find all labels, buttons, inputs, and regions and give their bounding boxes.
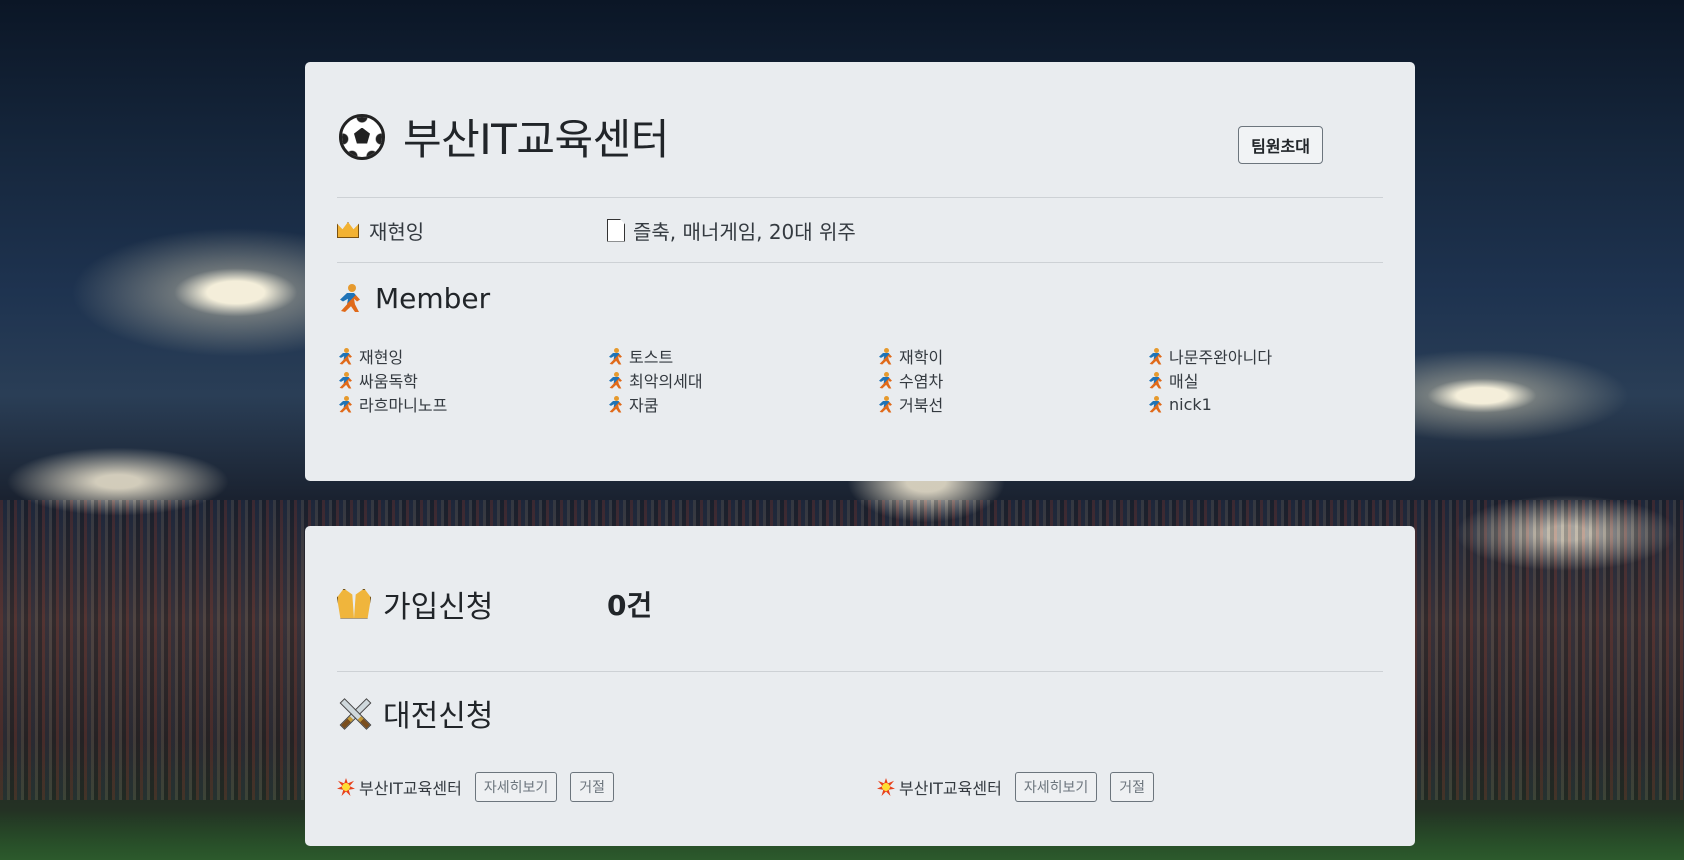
match-request-item: 부산IT교육센터 자세히보기 거절: [877, 772, 1417, 802]
member-item: 재현잉: [337, 346, 607, 367]
member-item: 라흐마니노프: [337, 394, 607, 415]
member-item: 수염차: [877, 370, 1147, 391]
view-details-button[interactable]: 자세히보기: [1014, 772, 1098, 802]
runner-icon: [877, 395, 893, 413]
praying-hands-icon: [337, 588, 371, 619]
member-name: 토스트: [629, 348, 674, 367]
member-name: 매실: [1169, 372, 1199, 391]
collision-icon: [337, 778, 355, 796]
team-name: 부산IT교육센터: [403, 115, 669, 164]
requests-panel: 가입신청 0건 대전신청 부산IT교육센터 자세히보기 거절 부산IT교육센터 …: [305, 526, 1415, 846]
join-request-count: 0건: [607, 588, 653, 622]
runner-icon: [337, 347, 353, 365]
member-name: 자쿰: [629, 396, 659, 415]
team-description: 즐축, 매너게임, 20대 위주: [607, 216, 856, 245]
reject-button[interactable]: 거절: [1110, 772, 1154, 802]
runner-icon: [607, 347, 623, 365]
runner-icon: [1147, 347, 1163, 365]
join-request-title: 가입신청: [383, 589, 494, 625]
join-request-label: 가입신청: [337, 582, 607, 626]
team-leader: 재현잉: [337, 216, 607, 245]
runner-icon: [607, 371, 623, 389]
soccer-ball-icon: [339, 113, 385, 160]
member-item: 토스트: [607, 346, 877, 367]
match-request-title-text: 대전신청: [383, 699, 494, 734]
join-request-row: 가입신청 0건: [337, 526, 1383, 672]
member-name: 수염차: [899, 372, 944, 391]
member-name: 재학이: [899, 348, 944, 367]
member-item: 매실: [1147, 370, 1417, 391]
member-section-title: Member: [337, 263, 1383, 333]
runner-icon: [337, 371, 353, 389]
member-item: 재학이: [877, 346, 1147, 367]
collision-icon: [877, 778, 895, 796]
member-list: 재현잉 토스트 재학이 나문주완아니다 싸움독학 최악의세대 수염차 매실 라흐…: [337, 346, 1383, 415]
member-item: 나문주완아니다: [1147, 346, 1417, 367]
match-request-list: 부산IT교육센터 자세히보기 거절 부산IT교육센터 자세히보기 거절: [337, 772, 1383, 802]
runner-icon: [1147, 371, 1163, 389]
team-panel: 부산IT교육센터 팀원초대 재현잉 즐축, 매너게임, 20대 위주 Membe…: [305, 62, 1415, 481]
member-item: nick1: [1147, 394, 1417, 414]
document-icon: [607, 218, 625, 242]
reject-button[interactable]: 거절: [570, 772, 614, 802]
member-name: 최악의세대: [629, 372, 703, 391]
member-item: 자쿰: [607, 394, 877, 415]
member-name: 나문주완아니다: [1169, 348, 1273, 367]
crossed-swords-icon: [337, 697, 371, 729]
runner-icon: [337, 395, 353, 413]
match-request-title: 대전신청: [337, 678, 1383, 748]
view-details-button[interactable]: 자세히보기: [474, 772, 558, 802]
member-name: 거북선: [899, 396, 944, 415]
member-name: 싸움독학: [359, 372, 418, 391]
member-item: 최악의세대: [607, 370, 877, 391]
description-text: 즐축, 매너게임, 20대 위주: [633, 219, 856, 244]
runner-icon: [877, 347, 893, 365]
member-item: 싸움독학: [337, 370, 607, 391]
team-info-row: 재현잉 즐축, 매너게임, 20대 위주: [337, 198, 1383, 263]
member-name: 재현잉: [359, 348, 404, 367]
invite-member-button[interactable]: 팀원초대: [1238, 126, 1323, 164]
match-team-name: 부산IT교육센터: [359, 779, 462, 798]
crown-icon: [337, 222, 359, 238]
runner-icon: [607, 395, 623, 413]
runner-icon: [877, 371, 893, 389]
member-name: 라흐마니노프: [359, 396, 448, 415]
member-name: nick1: [1169, 394, 1212, 414]
runner-icon: [337, 284, 363, 312]
member-title-text: Member: [375, 281, 491, 315]
match-team-name: 부산IT교육센터: [899, 779, 1002, 798]
match-request-item: 부산IT교육센터 자세히보기 거절: [337, 772, 877, 802]
team-header: 부산IT교육센터 팀원초대: [337, 62, 1383, 198]
runner-icon: [1147, 395, 1163, 413]
leader-name: 재현잉: [369, 219, 425, 244]
member-item: 거북선: [877, 394, 1147, 415]
